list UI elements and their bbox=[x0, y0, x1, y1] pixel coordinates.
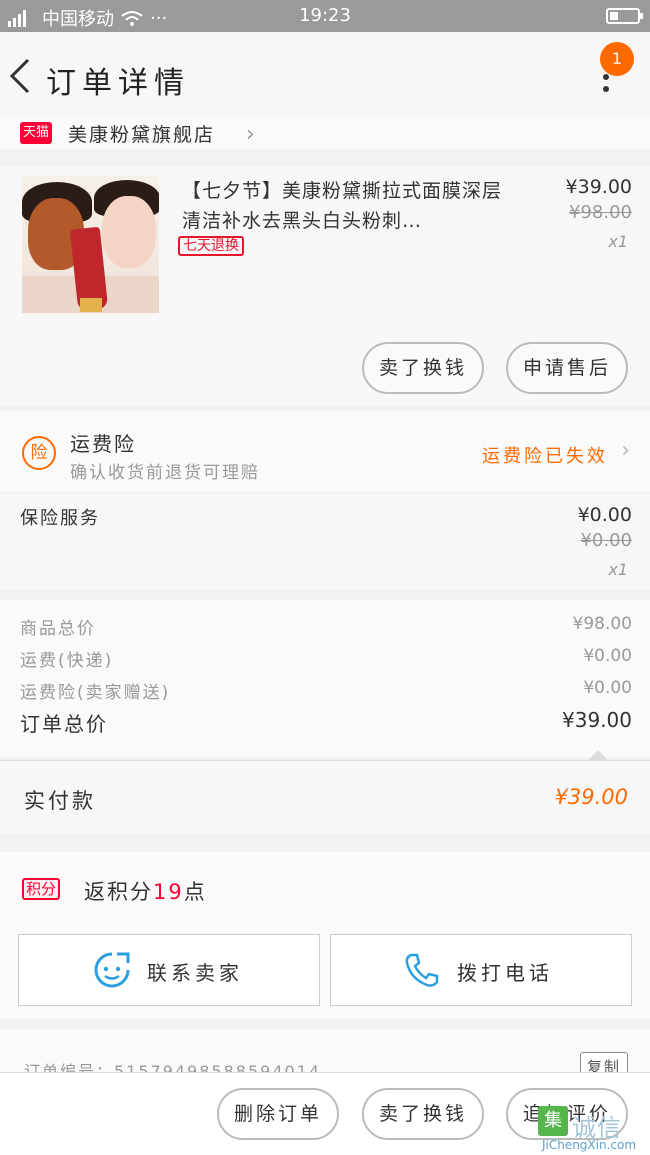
summary-row: 运费险(卖家赠送) ¥0.00 bbox=[20, 678, 632, 703]
chat-face-icon bbox=[94, 952, 130, 988]
freight-insurance-row[interactable]: 险 运费险 确认收货前退货可理赔 运费险已失效 › bbox=[0, 410, 650, 492]
status-time: 19:23 bbox=[299, 5, 351, 26]
battery-icon bbox=[606, 8, 643, 24]
watermark-icon: 集 bbox=[538, 1106, 568, 1136]
contact-seller-label: 联系卖家 bbox=[147, 961, 243, 985]
tmall-logo: 天猫 bbox=[20, 122, 52, 144]
nav-bar: 订单详情 1 bbox=[0, 32, 650, 120]
return-policy-tag: 七天退换 bbox=[178, 236, 244, 256]
summary-row: 运费(快递) ¥0.00 bbox=[20, 646, 632, 671]
sell-for-cash-button[interactable]: 卖了换钱 bbox=[362, 342, 484, 394]
points-tag: 积分 bbox=[22, 878, 61, 900]
order-total-value: ¥39.00 bbox=[562, 708, 632, 732]
phone-icon bbox=[405, 953, 439, 987]
summary-value: ¥0.00 bbox=[583, 646, 632, 666]
insurance-service-quantity: x1 bbox=[608, 560, 628, 579]
points-prefix: 返积分 bbox=[84, 880, 153, 904]
insurance-service-original-price: ¥0.00 bbox=[580, 530, 632, 551]
contact-seller-button[interactable]: 联系卖家 bbox=[18, 934, 320, 1006]
delete-order-button[interactable]: 删除订单 bbox=[217, 1088, 339, 1140]
status-bar: 中国移动 ··· 19:23 bbox=[0, 0, 650, 32]
watermark-en: JiChengXin.com bbox=[541, 1138, 637, 1152]
call-phone-label: 拨打电话 bbox=[457, 961, 553, 985]
price-summary: 商品总价 ¥98.00 运费(快递) ¥0.00 运费险(卖家赠送) ¥0.00… bbox=[0, 600, 650, 760]
product-price: ¥39.00 bbox=[565, 176, 632, 198]
shop-name: 美康粉黛旗舰店 bbox=[68, 124, 216, 146]
freight-insurance-subtitle: 确认收货前退货可理赔 bbox=[70, 463, 260, 483]
summary-row: 商品总价 ¥98.00 bbox=[20, 614, 632, 639]
chevron-right-icon: › bbox=[621, 438, 630, 463]
freight-insurance-title: 运费险 bbox=[70, 432, 136, 456]
paid-label: 实付款 bbox=[24, 789, 96, 813]
product-original-price: ¥98.00 bbox=[569, 202, 632, 223]
insurance-icon: 险 bbox=[22, 436, 56, 470]
order-total-label: 订单总价 bbox=[20, 712, 108, 736]
after-sales-button[interactable]: 申请售后 bbox=[506, 342, 628, 394]
chevron-right-icon: › bbox=[246, 122, 255, 147]
notification-badge[interactable]: 1 bbox=[600, 42, 634, 76]
sell-for-cash-button[interactable]: 卖了换钱 bbox=[362, 1088, 484, 1140]
shop-row[interactable]: 天猫 美康粉黛旗舰店 › bbox=[0, 118, 650, 150]
summary-label: 商品总价 bbox=[20, 619, 96, 639]
product-image[interactable] bbox=[22, 176, 159, 313]
product-title[interactable]: 【七夕节】美康粉黛撕拉式面膜深层清洁补水去黑头白头粉刺… bbox=[182, 176, 512, 236]
watermark-logo: 集 诚信 JiChengXin.com bbox=[530, 1106, 648, 1154]
page-title: 订单详情 bbox=[46, 66, 190, 101]
insurance-service-label: 保险服务 bbox=[20, 508, 100, 529]
insurance-service-row: 保险服务 ¥0.00 ¥0.00 x1 bbox=[0, 494, 650, 590]
divider-notch bbox=[588, 750, 608, 760]
freight-insurance-status: 运费险已失效 bbox=[482, 446, 608, 467]
summary-value: ¥98.00 bbox=[572, 614, 632, 634]
paid-value: ¥39.00 bbox=[554, 785, 628, 809]
order-total-row: 订单总价 ¥39.00 bbox=[20, 708, 632, 737]
call-phone-button[interactable]: 拨打电话 bbox=[330, 934, 632, 1006]
product-quantity: x1 bbox=[608, 232, 628, 251]
summary-label: 运费(快递) bbox=[20, 651, 114, 671]
back-arrow-icon[interactable] bbox=[6, 56, 36, 96]
paid-row: 实付款 ¥39.00 bbox=[0, 760, 650, 834]
summary-value: ¥0.00 bbox=[583, 678, 632, 698]
points-section: 积分 返积分19点 联系卖家 拨打电话 bbox=[0, 852, 650, 1018]
points-count: 19 bbox=[153, 880, 184, 904]
points-suffix: 点 bbox=[183, 880, 207, 904]
product-card: 【七夕节】美康粉黛撕拉式面膜深层清洁补水去黑头白头粉刺… 七天退换 ¥39.00… bbox=[0, 166, 650, 406]
summary-label: 运费险(卖家赠送) bbox=[20, 683, 171, 703]
points-text: 返积分19点 bbox=[84, 876, 207, 906]
insurance-service-price: ¥0.00 bbox=[577, 504, 632, 526]
